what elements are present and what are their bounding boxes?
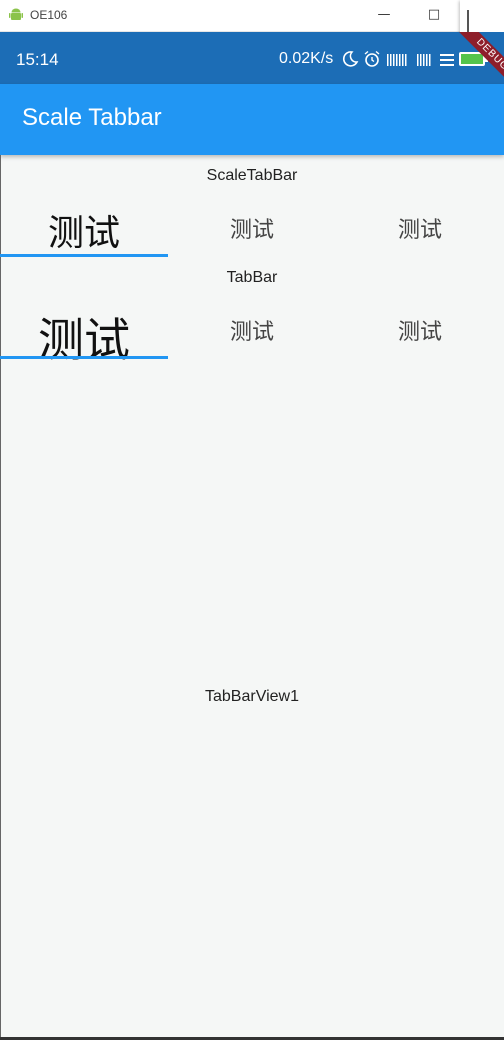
alarm-icon — [364, 50, 380, 67]
android-icon — [9, 8, 23, 20]
maximize-button[interactable]: □ — [422, 4, 446, 26]
tab-2[interactable]: 测试 — [168, 314, 336, 346]
scale-tab-3[interactable]: 测试 — [336, 212, 504, 244]
tab-view-content: TabBarView1 — [205, 688, 299, 705]
tab-indicator — [0, 356, 168, 359]
status-bar: 15:14 0.02K/s — [0, 32, 504, 84]
window-title: OE106 — [30, 8, 68, 22]
moon-icon — [342, 51, 359, 67]
tabbar-label: TabBar — [226, 269, 278, 286]
window-title-bar: OE106 — □ — [0, 0, 504, 40]
tab-1[interactable]: 测试 — [0, 304, 168, 370]
scale-tab-2[interactable]: 测试 — [168, 212, 336, 244]
network-speed: 0.02K/s — [279, 50, 334, 67]
signal-icon — [387, 54, 407, 66]
status-time: 15:14 — [16, 50, 59, 69]
tab-3[interactable]: 测试 — [336, 314, 504, 346]
scale-tab-1[interactable]: 测试 — [0, 204, 168, 256]
minimize-button[interactable]: — — [372, 4, 396, 26]
app-bar: Scale Tabbar — [0, 84, 504, 155]
app-bar-title: Scale Tabbar — [22, 104, 162, 131]
signal-icon-secondary — [417, 54, 431, 66]
frame-edge — [0, 155, 1, 1040]
scale-tab-indicator — [0, 254, 168, 257]
scale-tabbar-label: ScaleTabBar — [206, 167, 298, 184]
